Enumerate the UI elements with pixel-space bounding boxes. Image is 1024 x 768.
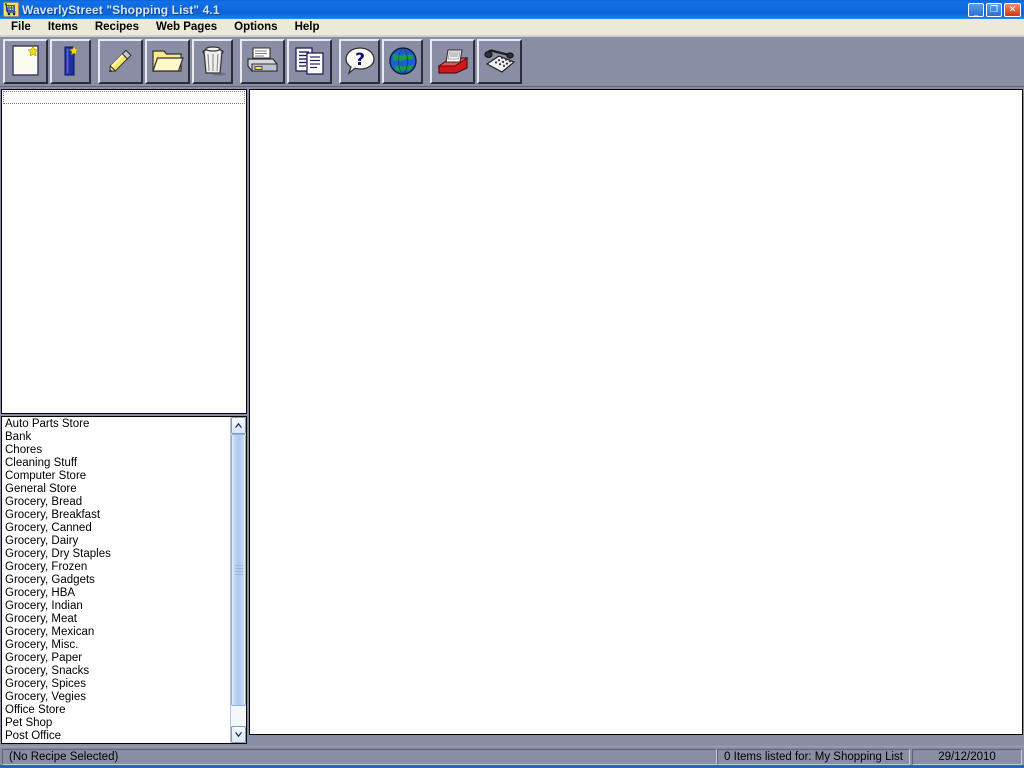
delete-button[interactable] xyxy=(192,38,233,84)
svg-text:?: ? xyxy=(355,50,365,70)
workspace: Auto Parts Store Bank Chores Cleaning St… xyxy=(0,87,1024,746)
list-item[interactable]: Grocery, Dairy xyxy=(4,535,230,548)
status-date: 29/12/2010 xyxy=(912,749,1022,765)
toolbar: ? xyxy=(0,36,1024,87)
list-item[interactable]: Bank xyxy=(4,431,230,444)
list-item[interactable]: Grocery, Spices xyxy=(4,678,230,691)
restore-icon: ❐ xyxy=(989,4,999,15)
items-list-panel[interactable] xyxy=(1,89,247,414)
new-list-button[interactable] xyxy=(3,38,48,84)
menu-item-options[interactable]: Options xyxy=(229,20,285,34)
list-item[interactable]: Grocery, Breakfast xyxy=(4,509,230,522)
copy-button[interactable] xyxy=(287,38,332,84)
list-item[interactable]: Grocery, Indian xyxy=(4,600,230,613)
scroll-down-button[interactable] xyxy=(231,726,246,743)
restore-button[interactable]: ❐ xyxy=(986,2,1002,17)
chevron-down-icon xyxy=(234,732,243,738)
list-item[interactable]: Pet Shop xyxy=(4,717,230,730)
telephone-icon xyxy=(483,49,515,73)
scrollbar-track[interactable] xyxy=(231,434,246,726)
card-file-icon xyxy=(436,49,469,74)
question-balloon-icon: ? xyxy=(344,47,375,75)
scrollbar-grip xyxy=(234,563,243,577)
shopping-cart-icon xyxy=(2,1,20,18)
menu-item-recipes[interactable]: Recipes xyxy=(90,20,147,34)
print-button[interactable] xyxy=(240,38,285,84)
list-item[interactable]: Grocery, Dry Staples xyxy=(4,548,230,561)
list-item[interactable]: Grocery, HBA xyxy=(4,587,230,600)
web-button[interactable] xyxy=(382,38,423,84)
minimize-button[interactable]: _ xyxy=(968,2,984,17)
list-item[interactable]: Computer Store xyxy=(4,470,230,483)
list-item[interactable]: Grocery, Meat xyxy=(4,613,230,626)
list-item[interactable]: Grocery, Canned xyxy=(4,522,230,535)
list-item[interactable]: Grocery, Bread xyxy=(4,496,230,509)
list-item[interactable]: General Store xyxy=(4,483,230,496)
window-controls: _ ❐ ✕ xyxy=(968,2,1021,17)
help-button[interactable]: ? xyxy=(339,38,380,84)
new-item-icon xyxy=(64,45,79,76)
application-window: WaverlyStreet "Shopping List" 4.1 _ ❐ ✕ … xyxy=(0,0,1024,768)
trash-can-icon xyxy=(201,46,226,76)
close-button[interactable]: ✕ xyxy=(1004,2,1021,17)
minimize-icon: _ xyxy=(973,6,979,17)
status-bar: (No Recipe Selected) 0 Items listed for:… xyxy=(0,746,1024,768)
close-icon: ✕ xyxy=(1008,4,1017,15)
chevron-up-icon xyxy=(234,422,243,428)
recipes-button[interactable] xyxy=(430,38,475,84)
categories-panel: Auto Parts Store Bank Chores Cleaning St… xyxy=(1,416,247,744)
scrollbar-thumb[interactable] xyxy=(231,434,246,706)
printer-icon xyxy=(246,47,278,72)
phone-button[interactable] xyxy=(477,38,522,84)
main-content-panel[interactable] xyxy=(249,89,1023,735)
pencil-icon xyxy=(108,49,132,73)
window-title: WaverlyStreet "Shopping List" 4.1 xyxy=(22,2,220,17)
menu-item-file[interactable]: File xyxy=(6,20,39,34)
menu-bar: File Items Recipes Web Pages Options Hel… xyxy=(0,19,1024,36)
list-item[interactable]: Grocery, Frozen xyxy=(4,561,230,574)
open-button[interactable] xyxy=(145,38,190,84)
status-recipe: (No Recipe Selected) xyxy=(2,749,718,765)
title-bar: WaverlyStreet "Shopping List" 4.1 _ ❐ ✕ xyxy=(0,0,1024,19)
list-item[interactable]: Grocery, Vegies xyxy=(4,691,230,704)
status-item-count: 0 Items listed for: My Shopping List xyxy=(717,749,910,765)
list-item[interactable]: Chores xyxy=(4,444,230,457)
menu-item-help[interactable]: Help xyxy=(290,20,328,34)
copy-pages-icon xyxy=(294,47,324,75)
list-item[interactable]: Grocery, Snacks xyxy=(4,665,230,678)
list-item[interactable]: Post Office xyxy=(4,730,230,743)
menu-item-items[interactable]: Items xyxy=(43,20,86,34)
open-folder-icon xyxy=(151,50,184,72)
globe-icon xyxy=(388,47,417,75)
categories-list[interactable]: Auto Parts Store Bank Chores Cleaning St… xyxy=(2,417,230,743)
categories-scrollbar[interactable] xyxy=(230,417,246,743)
new-document-icon xyxy=(11,45,39,76)
list-item[interactable]: Grocery, Paper xyxy=(4,652,230,665)
new-item-button[interactable] xyxy=(50,38,91,84)
menu-item-web-pages[interactable]: Web Pages xyxy=(151,20,225,34)
list-item[interactable]: Grocery, Mexican xyxy=(4,626,230,639)
list-item[interactable]: Grocery, Misc. xyxy=(4,639,230,652)
list-item[interactable]: Grocery, Gadgets xyxy=(4,574,230,587)
edit-button[interactable] xyxy=(98,38,143,84)
list-item[interactable]: Auto Parts Store xyxy=(4,418,230,431)
list-item[interactable]: Cleaning Stuff xyxy=(4,457,230,470)
focused-empty-row[interactable] xyxy=(3,91,245,104)
list-item[interactable]: Office Store xyxy=(4,704,230,717)
scroll-up-button[interactable] xyxy=(231,417,246,434)
